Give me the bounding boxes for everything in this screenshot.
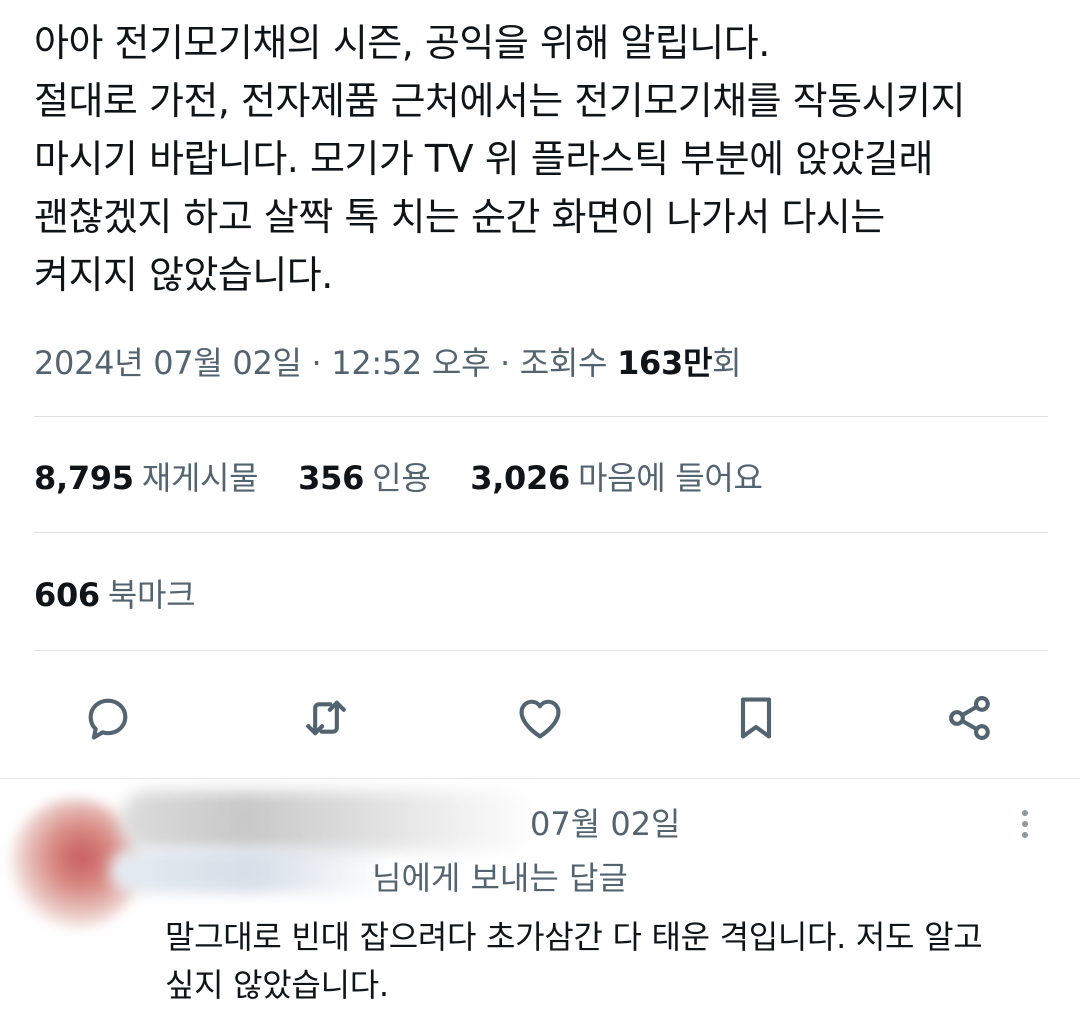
like-button[interactable] xyxy=(510,688,570,748)
heart-icon xyxy=(519,699,561,739)
reply-line: 말그대로 빈대 잡으려다 초가삼간 다 태운 격입니다. 저도 알고 xyxy=(165,918,983,956)
views-label: 조회수 xyxy=(519,344,618,382)
reposts-count: 8,795 xyxy=(34,459,134,497)
divider xyxy=(34,532,1048,533)
reply-date[interactable]: 07월 02일 xyxy=(530,801,681,847)
reply-text: 말그대로 빈대 잡으려다 초가삼간 다 태운 격입니다. 저도 알고 싶지 않았… xyxy=(165,913,1065,1009)
tweet-text: 아아 전기모기채의 시즌, 공익을 위해 알립니다. 절대로 가전, 전자제품 … xyxy=(34,14,1054,304)
tweet-time[interactable]: 12:52 오후 xyxy=(331,344,490,382)
bookmarks-label: 북마크 xyxy=(107,576,196,614)
likes-stat[interactable]: 3,026 마음에 들어요 xyxy=(470,452,763,504)
share-button[interactable] xyxy=(940,688,1000,748)
reposts-label: 재게시물 xyxy=(141,459,259,497)
redacted-username xyxy=(120,791,540,851)
repost-icon xyxy=(306,700,346,736)
reply-line: 싶지 않았습니다. xyxy=(165,966,389,1004)
reply-icon xyxy=(88,698,128,740)
engagement-stats: 8,795 재게시물 356 인용 3,026 마음에 들어요 xyxy=(34,452,793,504)
divider xyxy=(34,650,1048,651)
quotes-count: 356 xyxy=(298,459,365,497)
bookmarks-stat[interactable]: 606 북마크 xyxy=(34,569,196,621)
more-options-icon[interactable] xyxy=(1010,805,1040,849)
tweet-line: 괜찮겠지 하고 살짝 톡 치는 순간 화면이 나가서 다시는 xyxy=(34,195,885,239)
tweet-line: 아아 전기모기채의 시즌, 공익을 위해 알립니다. xyxy=(34,21,770,65)
views-suffix: 회 xyxy=(712,344,742,382)
reply-to-label: 님에게 보내는 답글 xyxy=(372,859,628,897)
bookmark-button[interactable] xyxy=(726,688,786,748)
meta-separator: · xyxy=(490,344,520,382)
action-bar xyxy=(0,680,1080,752)
quotes-label: 인용 xyxy=(372,459,431,497)
bookmarks-count: 606 xyxy=(34,576,100,614)
meta-separator: · xyxy=(301,344,332,382)
share-icon xyxy=(949,696,990,740)
likes-count: 3,026 xyxy=(470,459,570,497)
bookmark-stats: 606 북마크 xyxy=(34,569,225,621)
tweet-meta: 2024년 07월 02일 · 12:52 오후 · 조회수 163만회 xyxy=(34,336,742,390)
likes-label: 마음에 들어요 xyxy=(577,459,763,497)
reply-item[interactable]: 07월 02일 님에게 보내는 답글 말그대로 빈대 잡으려다 초가삼간 다 태… xyxy=(0,779,1080,1026)
divider xyxy=(34,416,1048,417)
quotes-stat[interactable]: 356 인용 xyxy=(298,452,430,504)
tweet-line: 절대로 가전, 전자제품 근처에서는 전기모기채를 작동시키지 xyxy=(34,79,965,123)
tweet-date[interactable]: 2024년 07월 02일 xyxy=(34,344,302,382)
tweet-line: 마시기 바랍니다. 모기가 TV 위 플라스틱 부분에 앉았길래 xyxy=(34,137,933,181)
views-count[interactable]: 163만 xyxy=(617,344,712,382)
reposts-stat[interactable]: 8,795 재게시물 xyxy=(34,452,259,504)
bookmark-icon xyxy=(740,697,772,739)
tweet-line: 켜지지 않았습니다. xyxy=(34,253,333,297)
redacted-handle xyxy=(110,849,390,893)
repost-button[interactable] xyxy=(296,688,356,748)
reply-button[interactable] xyxy=(78,688,138,748)
